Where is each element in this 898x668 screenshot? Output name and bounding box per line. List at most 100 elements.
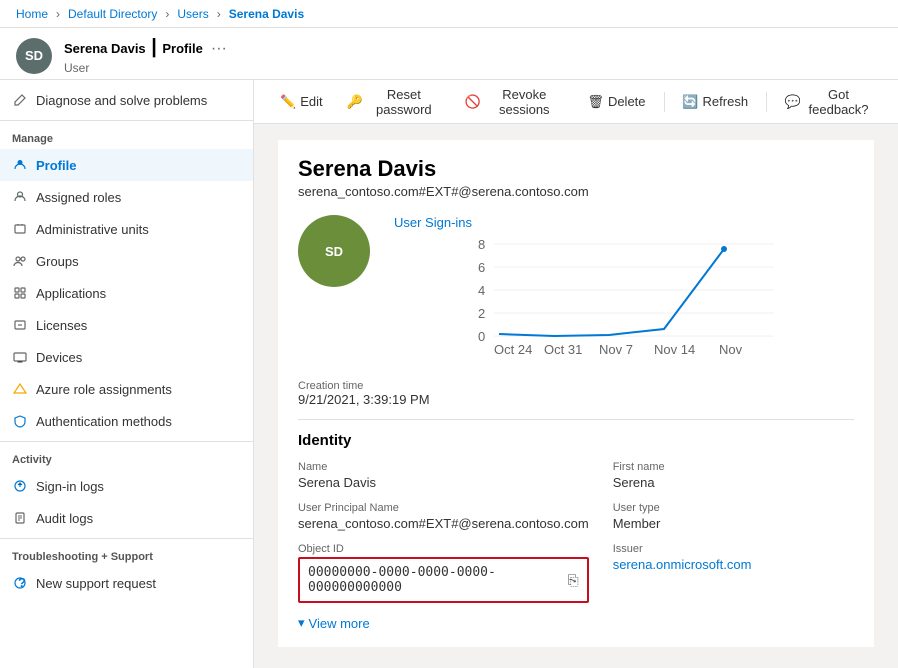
sidebar-item-assigned-roles[interactable]: Assigned roles xyxy=(0,181,253,213)
breadcrumb-directory[interactable]: Default Directory xyxy=(68,7,157,21)
wrench-icon xyxy=(12,92,28,108)
avatar-small: SD xyxy=(16,38,52,74)
svg-text:Nov 7: Nov 7 xyxy=(599,342,633,357)
identity-object-id-label: Object ID xyxy=(298,543,589,555)
sidebar-item-diagnose[interactable]: Diagnose and solve problems xyxy=(0,84,253,116)
identity-issuer-value[interactable]: serena.onmicrosoft.com xyxy=(613,557,854,572)
audit-icon xyxy=(12,510,28,526)
delete-icon: 🗑 xyxy=(587,94,604,110)
key-icon: 🔑 xyxy=(347,94,363,110)
user-name: Serena Davis xyxy=(298,156,854,182)
identity-user-type-value: Member xyxy=(613,516,854,531)
svg-text:Nov: Nov xyxy=(719,342,743,357)
svg-text:?: ? xyxy=(18,576,26,590)
toolbar-separator-2 xyxy=(766,92,767,112)
breadcrumb-users[interactable]: Users xyxy=(177,7,208,21)
identity-user-type: User type Member xyxy=(613,502,854,531)
revoke-icon: 🚫 xyxy=(465,94,481,110)
sidebar-item-groups[interactable]: Groups xyxy=(0,245,253,277)
sidebar-item-sign-in-logs[interactable]: Sign-in logs xyxy=(0,470,253,502)
sidebar-item-licenses[interactable]: Licenses xyxy=(0,309,253,341)
identity-upn-value: serena_contoso.com#EXT#@serena.contoso.c… xyxy=(298,516,589,531)
toolbar: ✏️ Edit 🔑 Reset password 🚫 Revoke sessio… xyxy=(254,80,898,124)
edit-button[interactable]: ✏️ Edit xyxy=(270,88,333,116)
sidebar-item-azure-roles[interactable]: Azure role assignments xyxy=(0,373,253,405)
more-options[interactable]: ··· xyxy=(211,40,227,58)
identity-name: Name Serena Davis xyxy=(298,461,589,490)
svg-text:Oct 24: Oct 24 xyxy=(494,342,532,357)
feedback-icon: 💬 xyxy=(785,94,801,110)
sidebar-section-manage: Manage xyxy=(0,125,253,149)
svg-text:6: 6 xyxy=(478,260,485,275)
svg-text:8: 8 xyxy=(478,237,485,252)
support-icon: ? xyxy=(12,575,28,591)
chevron-down-icon: ▾ xyxy=(298,615,305,631)
sidebar: Diagnose and solve problems Manage Profi… xyxy=(0,80,254,668)
breadcrumb-current: Serena Davis xyxy=(229,7,304,21)
chart-container: 8 6 4 2 0 xyxy=(394,234,854,364)
toolbar-separator xyxy=(664,92,665,112)
profile-icon xyxy=(12,157,28,173)
creation-label: Creation time xyxy=(298,380,854,392)
identity-name-value: Serena Davis xyxy=(298,475,589,490)
view-more-button[interactable]: ▾ View more xyxy=(298,615,854,631)
page-header: SD Serena Davis | Profile ··· User xyxy=(0,28,898,80)
admin-icon xyxy=(12,221,28,237)
breadcrumb-home[interactable]: Home xyxy=(16,7,48,21)
feedback-button[interactable]: 💬 Got feedback? xyxy=(775,81,882,123)
refresh-icon: 🔄 xyxy=(682,94,698,110)
identity-grid: Name Serena Davis First name Serena User… xyxy=(298,461,854,603)
user-email: serena_contoso.com#EXT#@serena.contoso.c… xyxy=(298,184,854,199)
object-id-box: 00000000-0000-0000-0000-000000000000 ⎘ xyxy=(298,557,589,603)
revoke-sessions-button[interactable]: 🚫 Revoke sessions xyxy=(455,81,574,123)
devices-icon xyxy=(12,349,28,365)
svg-text:0: 0 xyxy=(478,329,485,344)
sidebar-item-audit-logs[interactable]: Audit logs xyxy=(0,502,253,534)
edit-icon: ✏️ xyxy=(280,94,296,110)
identity-first-name-label: First name xyxy=(613,461,854,473)
sidebar-item-admin-units[interactable]: Administrative units xyxy=(0,213,253,245)
creation-value: 9/21/2021, 3:39:19 PM xyxy=(298,392,854,407)
svg-text:Nov 14: Nov 14 xyxy=(654,342,695,357)
page-subtitle: User xyxy=(64,61,227,75)
roles-icon xyxy=(12,189,28,205)
identity-first-name-value: Serena xyxy=(613,475,854,490)
content-area: Serena Davis serena_contoso.com#EXT#@ser… xyxy=(254,124,898,668)
signin-icon xyxy=(12,478,28,494)
delete-button[interactable]: 🗑 Delete xyxy=(577,88,655,116)
object-id-value: 00000000-0000-0000-0000-000000000000 xyxy=(308,565,559,595)
svg-text:Oct 31: Oct 31 xyxy=(544,342,582,357)
sidebar-item-devices[interactable]: Devices xyxy=(0,341,253,373)
user-section-top: SD User Sign-ins 8 6 4 2 0 xyxy=(298,215,854,364)
page-title: Serena Davis | Profile xyxy=(64,36,203,59)
apps-icon xyxy=(12,285,28,301)
sidebar-item-profile[interactable]: Profile xyxy=(0,149,253,181)
licenses-icon xyxy=(12,317,28,333)
chart-title: User Sign-ins xyxy=(394,215,854,230)
section-divider xyxy=(298,419,854,420)
groups-icon xyxy=(12,253,28,269)
sidebar-item-auth-methods[interactable]: Authentication methods xyxy=(0,405,253,437)
identity-upn-label: User Principal Name xyxy=(298,502,589,514)
svg-text:2: 2 xyxy=(478,306,485,321)
sidebar-item-applications[interactable]: Applications xyxy=(0,277,253,309)
identity-object-id: Object ID 00000000-0000-0000-0000-000000… xyxy=(298,543,589,603)
identity-first-name: First name Serena xyxy=(613,461,854,490)
copy-icon[interactable]: ⎘ xyxy=(567,572,578,589)
identity-title: Identity xyxy=(298,432,854,449)
user-avatar: SD xyxy=(298,215,370,287)
chart-area: User Sign-ins 8 6 4 2 0 xyxy=(394,215,854,364)
breadcrumb: Home › Default Directory › Users › Seren… xyxy=(0,0,898,28)
identity-issuer: Issuer serena.onmicrosoft.com xyxy=(613,543,854,603)
reset-password-button[interactable]: 🔑 Reset password xyxy=(337,81,451,123)
azure-icon xyxy=(12,381,28,397)
identity-issuer-label: Issuer xyxy=(613,543,854,555)
sidebar-section-activity: Activity xyxy=(0,446,253,470)
refresh-button[interactable]: 🔄 Refresh xyxy=(672,88,758,116)
creation-meta: Creation time 9/21/2021, 3:39:19 PM xyxy=(298,380,854,407)
identity-upn: User Principal Name serena_contoso.com#E… xyxy=(298,502,589,531)
sidebar-section-troubleshooting: Troubleshooting + Support xyxy=(0,543,253,567)
sidebar-item-new-support[interactable]: ? New support request xyxy=(0,567,253,599)
identity-name-label: Name xyxy=(298,461,589,473)
shield-icon xyxy=(12,413,28,429)
